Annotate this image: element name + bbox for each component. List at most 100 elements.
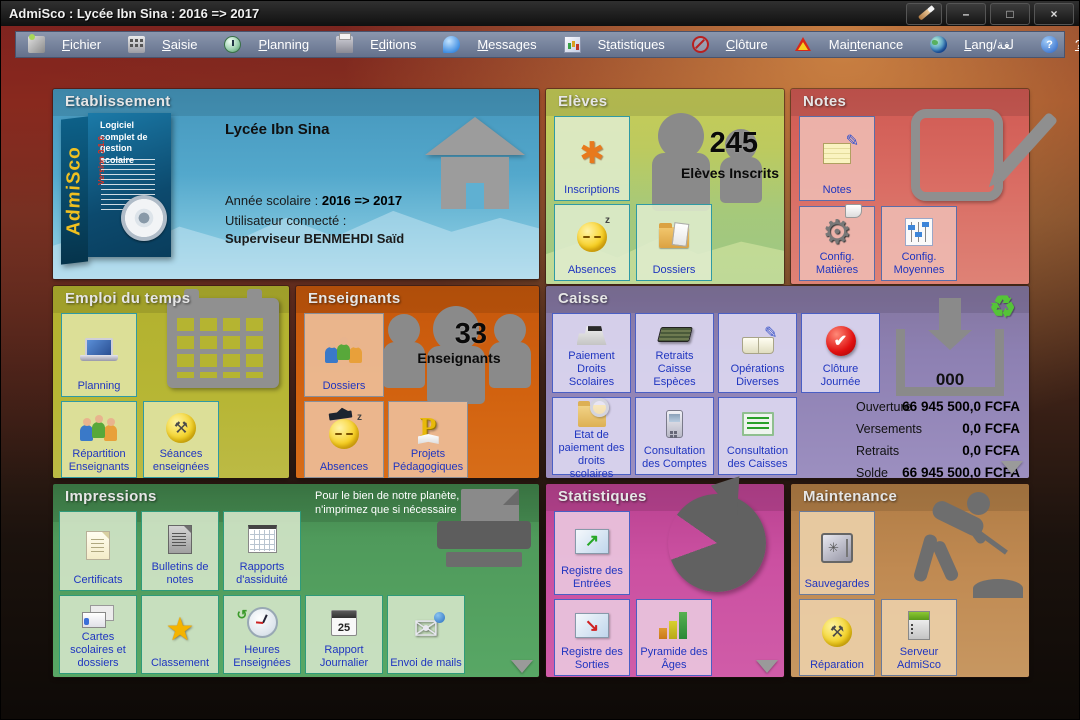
menu-fichier[interactable]: Fichier — [28, 36, 101, 53]
inscriptions-button[interactable]: Inscriptions — [554, 116, 630, 201]
sauvegardes-button[interactable]: Sauvegardes — [799, 511, 875, 595]
drawer-counter: 000 — [892, 370, 1008, 390]
menu-bar: Fichier Saisie Planning Editions Message… — [15, 31, 1065, 58]
menu-planning[interactable]: Planning — [224, 36, 309, 53]
serveur-admisco-button[interactable]: Serveur AdmiSco — [881, 599, 957, 676]
rapport-journalier-button[interactable]: Rapport Journalier — [305, 595, 383, 674]
people-group-icon — [307, 319, 381, 380]
warning-triangle-icon — [795, 36, 812, 53]
projets-pedagogiques-button[interactable]: P Projets Pédagogiques — [388, 401, 468, 478]
document-icon — [62, 517, 134, 574]
clock-icon — [226, 601, 298, 644]
menu-cloture[interactable]: Clôture — [692, 36, 768, 53]
panel-title: Etablissement — [53, 89, 539, 110]
scroll-down-arrow[interactable] — [511, 660, 533, 673]
eleves-absences-button[interactable]: Absences — [554, 204, 630, 281]
etat-paiement-button[interactable]: Etat de paiement des droits scolaires — [552, 397, 631, 475]
house-icon — [425, 117, 525, 209]
starburst-icon — [557, 122, 627, 184]
no-entry-icon — [692, 36, 709, 53]
cash-register-icon — [555, 319, 628, 350]
summary-row: Ouverture66 945 500,0 FCFA — [848, 397, 1020, 419]
config-moyennes-button[interactable]: Config. Moyennes — [881, 206, 957, 281]
cloture-journee-button[interactable]: Clôture Journée — [801, 313, 880, 393]
repartition-enseignants-button[interactable]: Répartition Enseignants — [61, 401, 137, 478]
speech-bubble-icon — [443, 36, 460, 53]
red-check-icon — [804, 319, 877, 363]
menu-editions[interactable]: Editions — [336, 36, 416, 53]
minimize-button[interactable]: – — [946, 3, 986, 25]
menu-maintenance[interactable]: Maintenance — [795, 36, 903, 53]
rapports-assiduite-button[interactable]: Rapports d'assiduité — [223, 511, 301, 591]
heures-enseignees-button[interactable]: Heures Enseignées — [223, 595, 301, 674]
summary-row: Versements0,0 FCFA — [848, 419, 1020, 441]
banknotes-icon — [638, 319, 711, 350]
cd-icon — [121, 195, 167, 241]
menu-statistiques[interactable]: Statistiques — [564, 36, 665, 53]
user-label: Utilisateur connecté : — [225, 213, 346, 228]
bulletins-notes-button[interactable]: Bulletins de notes — [141, 511, 219, 591]
file-menu-icon — [28, 36, 45, 53]
cartes-scolaires-button[interactable]: Cartes scolaires et dossiers — [59, 595, 137, 674]
maximize-button[interactable]: □ — [990, 3, 1030, 25]
registre-entrees-button[interactable]: Registre des Entrées — [554, 511, 630, 595]
summary-row: Solde66 945 500,0 FCFA — [848, 463, 1020, 485]
menu-saisie[interactable]: Saisie — [128, 36, 197, 53]
menu-messages[interactable]: Messages — [443, 36, 536, 53]
panel-impressions: Impressions Pour le bien de notre planèt… — [53, 484, 539, 677]
clock-menu-icon — [224, 36, 241, 53]
theme-brush-button[interactable] — [906, 3, 942, 25]
panel-etablissement: Etablissement Logiciel complet de gestio… — [53, 89, 539, 279]
sleepy-face-icon — [557, 210, 627, 264]
certificats-button[interactable]: Certificats — [59, 511, 137, 591]
panel-caisse: Caisse 000 Paiement Droits Scolaires Ret… — [546, 286, 1029, 478]
project-book-icon: P — [391, 407, 465, 448]
panel-title: Notes — [791, 89, 1029, 110]
menu-lang[interactable]: Lang/لغة — [930, 36, 1014, 53]
paiement-droits-button[interactable]: Paiement Droits Scolaires — [552, 313, 631, 393]
menu-help[interactable]: ? — [1041, 36, 1080, 53]
scroll-down-arrow[interactable] — [1001, 461, 1023, 474]
close-button[interactable]: × — [1034, 3, 1074, 25]
connected-user: Superviseur BENMEHDI Saïd — [225, 231, 404, 246]
tools-icon — [802, 605, 872, 659]
tools-icon — [146, 407, 216, 448]
id-cards-icon — [62, 601, 134, 631]
classement-button[interactable]: Classement — [141, 595, 219, 674]
panel-enseignants: Enseignants 33 Enseignants Dossiers Abse… — [296, 286, 539, 478]
registre-sorties-button[interactable]: Registre des Sorties — [554, 599, 630, 676]
year-value: 2016 => 2017 — [322, 193, 402, 208]
panel-title: Elèves — [546, 89, 784, 110]
config-matieres-button[interactable]: Config. Matières — [799, 206, 875, 281]
consultation-caisses-button[interactable]: Consultation des Caisses — [718, 397, 797, 475]
seances-enseignees-button[interactable]: Séances enseignées — [143, 401, 219, 478]
ledger-pen-icon — [721, 319, 794, 363]
folder-icon — [639, 210, 709, 264]
panel-title: Enseignants — [296, 286, 539, 307]
edit-square-icon — [911, 101, 1019, 201]
operations-diverses-button[interactable]: Opérations Diverses — [718, 313, 797, 393]
retraits-especes-button[interactable]: Retraits Caisse Espèces — [635, 313, 714, 393]
drawer-icon — [721, 403, 794, 445]
sleepy-graduate-icon — [307, 407, 381, 461]
envoi-mails-button[interactable]: Envoi de mails — [387, 595, 465, 674]
panel-title: Caisse — [546, 286, 1029, 307]
box-brand: AdmiSco — [64, 144, 86, 236]
consultation-comptes-button[interactable]: Consultation des Comptes — [635, 397, 714, 475]
report-document-icon — [144, 517, 216, 561]
reparation-button[interactable]: Réparation — [799, 599, 875, 676]
chart-up-icon — [557, 517, 627, 565]
year-label: Année scolaire : — [225, 193, 322, 208]
title-bar: AdmiSco : Lycée Ibn Sina : 2016 => 2017 … — [1, 1, 1079, 26]
scroll-down-arrow[interactable] — [756, 660, 778, 673]
window-title: AdmiSco : Lycée Ibn Sina : 2016 => 2017 — [1, 6, 259, 21]
spreadsheet-icon — [226, 517, 298, 561]
eleves-dossiers-button[interactable]: Dossiers — [636, 204, 712, 281]
sliders-icon — [884, 212, 954, 251]
notes-button[interactable]: Notes — [799, 116, 875, 201]
panel-title: Emploi du temps — [53, 286, 289, 307]
enseignants-dossiers-button[interactable]: Dossiers — [304, 313, 384, 397]
planning-button[interactable]: Planning — [61, 313, 137, 397]
enseignants-absences-button[interactable]: Absences — [304, 401, 384, 478]
pyramide-ages-button[interactable]: Pyramide des Âges — [636, 599, 712, 676]
